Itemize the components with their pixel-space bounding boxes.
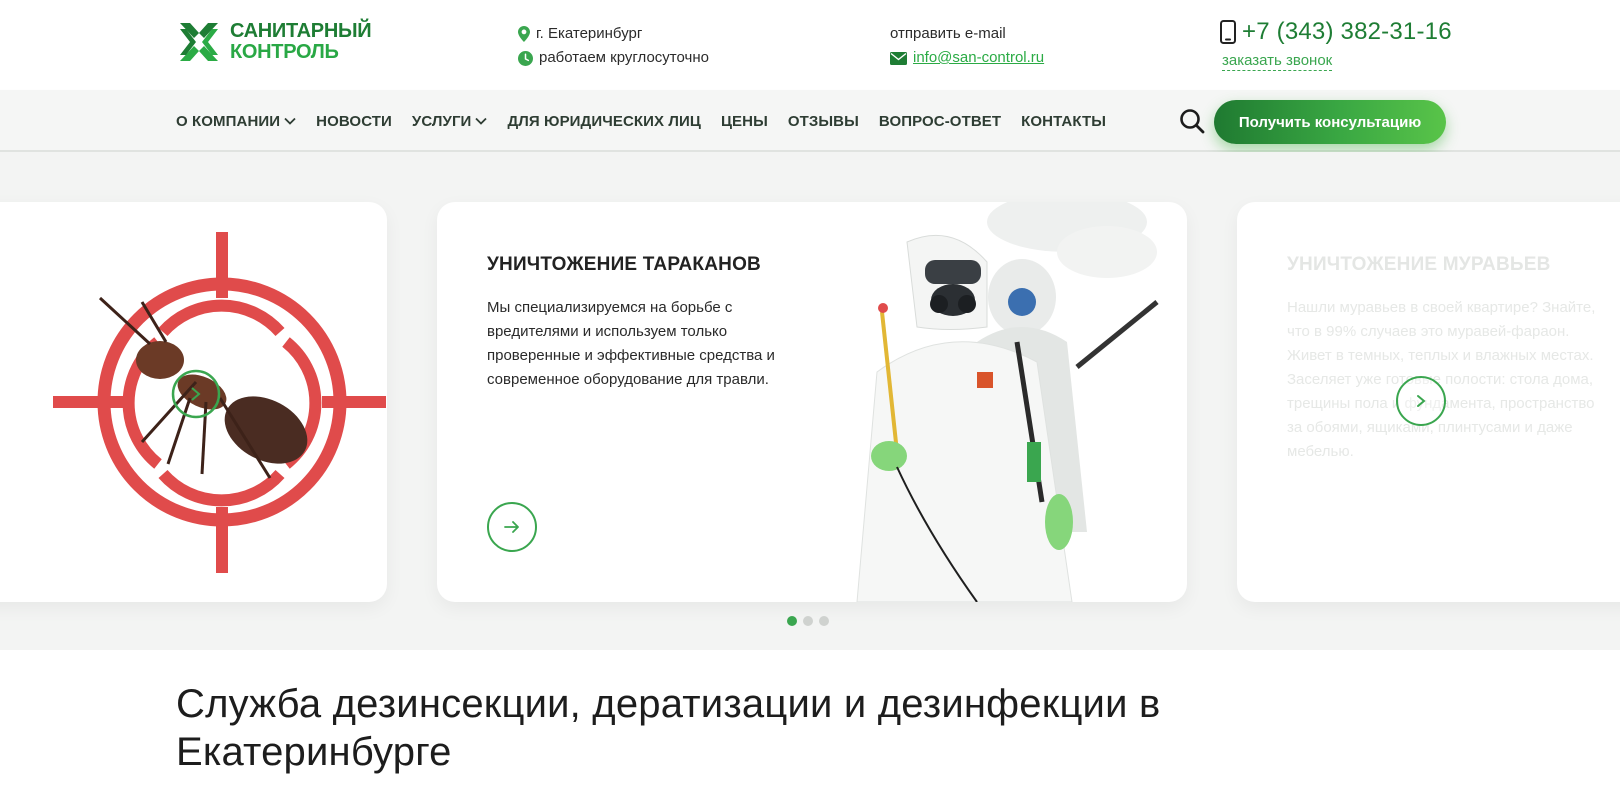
page-title: Служба дезинсекции, дератизации и дезинф… bbox=[176, 682, 1161, 774]
phone-number: +7 (343) 382-31-16 bbox=[1242, 18, 1452, 45]
nav-item-label: ДЛЯ ЮРИДИЧЕСКИХ ЛИЦ bbox=[507, 112, 701, 130]
slide-description: Мы специализируемся на борьбе с вредител… bbox=[487, 299, 775, 388]
logo-line-1: САНИТАРНЫЙ bbox=[230, 20, 372, 42]
chevron-down-icon bbox=[284, 117, 296, 125]
mobile-phone-icon bbox=[1220, 20, 1236, 44]
slider-dot-1[interactable] bbox=[787, 616, 797, 626]
nav-item-reviews[interactable]: ОТЗЫВЫ bbox=[788, 113, 859, 130]
slider-pagination bbox=[787, 616, 829, 626]
nav-item-label: ЦЕНЫ bbox=[720, 112, 768, 130]
nav-item-legal-entities[interactable]: ДЛЯ ЮРИДИЧЕСКИХ ЛИЦ bbox=[507, 113, 701, 130]
get-consultation-button[interactable]: Получить консультацию bbox=[1214, 100, 1446, 144]
nav-item-label: О КОМПАНИИ bbox=[176, 112, 281, 130]
search-icon[interactable] bbox=[1178, 107, 1206, 135]
nav-item-faq[interactable]: ВОПРОС-ОТВЕТ bbox=[879, 113, 1001, 130]
working-hours-text: работаем круглосуточно bbox=[539, 49, 709, 66]
exterminator-illustration bbox=[856, 202, 1159, 602]
logo-line-2: КОНТРОЛЬ bbox=[230, 41, 339, 63]
city-text: г. Екатеринбург bbox=[536, 25, 643, 42]
slider-next-button[interactable] bbox=[1396, 376, 1446, 426]
nav-item-label: НОВОСТИ bbox=[316, 112, 392, 130]
logo-text: САНИТАРНЫЙ КОНТРОЛЬ bbox=[230, 20, 372, 63]
main-menu: О КОМПАНИИ НОВОСТИ УСЛУГИ ДЛЯ ЮРИДИЧЕСКИ… bbox=[176, 90, 1126, 152]
phone-link[interactable]: +7 (343) 382-31-16 bbox=[1220, 18, 1452, 46]
site-logo[interactable]: САНИТАРНЫЙ КОНТРОЛЬ bbox=[176, 19, 372, 65]
nav-item-label: УСЛУГИ bbox=[411, 112, 472, 130]
callback-link[interactable]: заказать звонок bbox=[1222, 52, 1333, 71]
nav-item-about[interactable]: О КОМПАНИИ bbox=[176, 113, 296, 130]
slide-title: УНИЧТОЖЕНИЕ ТАРАКАНОВ bbox=[487, 254, 761, 275]
email-link[interactable]: info@san-control.ru bbox=[913, 46, 1044, 70]
nav-item-label: ВОПРОС-ОТВЕТ bbox=[878, 112, 1002, 130]
site-header: САНИТАРНЫЙ КОНТРОЛЬ г. Екатеринбург рабо… bbox=[0, 0, 1620, 90]
ant-target-illustration bbox=[53, 232, 386, 573]
nav-item-services[interactable]: УСЛУГИ bbox=[412, 113, 488, 130]
nav-item-news[interactable]: НОВОСТИ bbox=[316, 113, 392, 130]
envelope-icon bbox=[890, 51, 907, 65]
nav-item-contacts[interactable]: КОНТАКТЫ bbox=[1021, 113, 1106, 130]
chevron-down-icon bbox=[475, 117, 488, 125]
slider-dot-3[interactable] bbox=[819, 616, 829, 626]
logo-mark-icon bbox=[180, 23, 218, 61]
email-block: отправить e-mail info@san-control.ru bbox=[890, 22, 1044, 70]
location-block: г. Екатеринбург работаем круглосуточно bbox=[518, 22, 709, 70]
slide-title: УНИЧТОЖЕНИЕ МУРАВЬЕВ bbox=[1287, 254, 1551, 275]
slide-active: УНИЧТОЖЕНИЕ ТАРАКАНОВ Мы специализируемс… bbox=[437, 202, 1187, 602]
services-slider: УНИЧТОЖЕНИЕ ТАРАКАНОВ Мы специализируемс… bbox=[0, 152, 1620, 650]
email-label: отправить e-mail bbox=[890, 25, 1006, 42]
nav-item-label: ОТЗЫВЫ bbox=[787, 112, 859, 130]
main-navbar: О КОМПАНИИ НОВОСТИ УСЛУГИ ДЛЯ ЮРИДИЧЕСКИ… bbox=[0, 90, 1620, 152]
location-pin-icon bbox=[518, 26, 530, 42]
nav-item-label: КОНТАКТЫ bbox=[1021, 112, 1107, 130]
slider-dot-2[interactable] bbox=[803, 616, 813, 626]
nav-item-prices[interactable]: ЦЕНЫ bbox=[721, 113, 768, 130]
phone-block: +7 (343) 382-31-16 заказать звонок bbox=[1220, 18, 1452, 71]
slide-more-button[interactable] bbox=[487, 502, 537, 552]
slide-previous[interactable] bbox=[0, 202, 387, 602]
chevron-right-icon bbox=[1417, 395, 1426, 407]
slide-description: Нашли муравьев в своей квартире? Знайте,… bbox=[1287, 299, 1596, 460]
clock-icon bbox=[518, 50, 533, 66]
arrow-right-icon bbox=[504, 521, 519, 533]
